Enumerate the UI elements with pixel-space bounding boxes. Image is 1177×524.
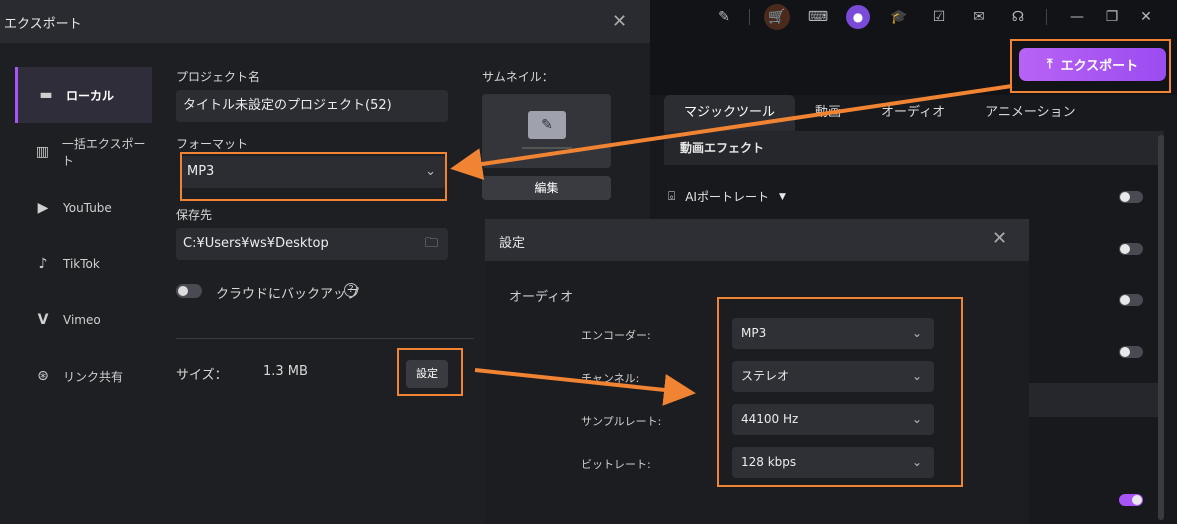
top-toolbar: ✎ 🛒 ⌨ ● 🎓 ☑ ✉ ☊ — ❐ ✕: [650, 0, 1177, 36]
ai-portrait-label: AIポートレート: [685, 190, 769, 204]
nav-item-share-link[interactable]: ⊛ リンク共有: [15, 348, 152, 404]
headset-icon[interactable]: ☊: [1007, 6, 1029, 28]
effect-toggle[interactable]: [1119, 294, 1143, 306]
save-location-input[interactable]: C:¥Users¥ws¥Desktop 🗀: [176, 228, 448, 260]
vimeo-icon: V: [37, 312, 49, 328]
bitrate-label: ビットレート:: [581, 458, 651, 471]
nav-item-label: 一括エクスポート: [61, 137, 146, 168]
audio-section-label: オーディオ: [509, 290, 574, 305]
toolbar-separator: [1046, 9, 1047, 25]
nav-item-local[interactable]: ▬ ローカル: [15, 67, 152, 123]
encoder-value: MP3: [741, 326, 767, 340]
nav-item-label: YouTube: [63, 201, 112, 215]
nav-item-label: TikTok: [63, 257, 100, 271]
edit-icon: ✎: [528, 111, 566, 139]
nav-item-label: Vimeo: [63, 313, 101, 327]
project-name-value: タイトル未設定のプロジェクト(52): [183, 98, 392, 113]
chevron-down-icon: ⌄: [911, 326, 922, 340]
project-name-label: プロジェクト名: [176, 70, 261, 84]
bitrate-value: 128 kbps: [741, 455, 797, 469]
nav-item-tiktok[interactable]: ♪ TikTok: [15, 236, 152, 292]
mail-icon[interactable]: ✉: [968, 6, 990, 28]
scrollbar[interactable]: [1158, 135, 1164, 520]
close-icon[interactable]: ✕: [1135, 6, 1157, 28]
format-value: MP3: [187, 164, 215, 179]
nav-item-youtube[interactable]: ▶ YouTube: [15, 180, 152, 236]
channel-value: ステレオ: [741, 369, 790, 383]
help-icon[interactable]: ?: [344, 283, 358, 297]
restore-icon[interactable]: ❐: [1101, 6, 1123, 28]
nav-item-label: リンク共有: [63, 369, 124, 384]
nav-item-vimeo[interactable]: V Vimeo: [15, 292, 152, 348]
close-icon[interactable]: ✕: [992, 228, 1007, 249]
keyboard-icon[interactable]: ⌨: [807, 6, 829, 28]
batch-export-icon: ▥: [35, 144, 50, 160]
thumbnail-preview: ✎: [482, 94, 611, 168]
save-location-label: 保存先: [176, 208, 213, 222]
local-icon: ▬: [39, 87, 53, 103]
sample-rate-value: 44100 Hz: [741, 412, 799, 426]
share-link-icon: ⊛: [37, 368, 49, 384]
settings-task-icon[interactable]: ☑: [928, 6, 950, 28]
edit-icon[interactable]: ✎: [713, 6, 735, 28]
thumbnail-line: [522, 147, 572, 149]
tiktok-icon: ♪: [38, 256, 48, 272]
size-label: サイズ：: [176, 368, 228, 383]
effects-tabs: マジックツール 動画 オーディオ アニメーション: [664, 95, 1096, 131]
chevron-down-icon: ⌄: [911, 412, 922, 426]
portrait-icon: ⌻: [668, 189, 676, 203]
save-location-value: C:¥Users¥ws¥Desktop: [183, 236, 329, 251]
chevron-down-icon: ⌄: [911, 369, 922, 383]
channel-label: チャンネル:: [581, 372, 640, 385]
format-label: フォーマット: [176, 137, 249, 151]
section-band: [1028, 383, 1164, 417]
avatar-icon[interactable]: ●: [846, 5, 870, 29]
cloud-backup-toggle[interactable]: [176, 284, 202, 298]
ai-portrait-row[interactable]: ⌻ AIポートレート ▼: [668, 188, 786, 205]
effect-toggle[interactable]: [1119, 191, 1143, 203]
folder-icon[interactable]: 🗀: [425, 228, 438, 260]
effect-toggle[interactable]: [1119, 346, 1143, 358]
close-icon[interactable]: ✕: [612, 11, 627, 32]
export-button[interactable]: ⤒ エクスポート: [1019, 48, 1166, 81]
nav-item-label: ローカル: [66, 88, 115, 103]
channel-select[interactable]: ステレオ ⌄: [732, 361, 934, 392]
toolbar-separator: [749, 9, 750, 25]
export-dialog-title: エクスポート: [4, 17, 82, 32]
bitrate-select[interactable]: 128 kbps ⌄: [732, 447, 934, 478]
cart-icon[interactable]: 🛒: [764, 4, 790, 30]
size-value: 1.3 MB: [263, 364, 308, 379]
encoder-select[interactable]: MP3 ⌄: [732, 318, 934, 349]
graduation-icon[interactable]: 🎓: [888, 6, 910, 28]
tab-magic-tools[interactable]: マジックツール: [664, 95, 796, 131]
tab-audio[interactable]: オーディオ: [861, 95, 965, 131]
minimize-icon[interactable]: —: [1066, 6, 1088, 28]
settings-dialog-header: 設定 ✕: [485, 219, 1029, 261]
settings-dialog-title: 設定: [499, 236, 526, 251]
edit-thumbnail-button[interactable]: 編集: [482, 176, 611, 200]
video-effects-header: 動画エフェクト: [664, 131, 1164, 165]
caret-down-icon: ▼: [778, 191, 786, 202]
settings-dialog: 設定 ✕ オーディオ エンコーダー: MP3 ⌄ チャンネル: ステレオ ⌄ サ…: [485, 219, 1029, 524]
divider: [176, 338, 474, 339]
thumbnail-label: サムネイル：: [482, 70, 554, 84]
upload-icon: ⤒: [1046, 57, 1053, 72]
project-name-input[interactable]: タイトル未設定のプロジェクト(52): [176, 90, 448, 122]
encoder-label: エンコーダー:: [581, 329, 651, 342]
format-select[interactable]: MP3 ⌄: [180, 156, 446, 188]
settings-button[interactable]: 設定: [406, 360, 448, 388]
effect-toggle-on[interactable]: [1119, 494, 1143, 506]
export-dialog-header: エクスポート ✕: [0, 0, 650, 43]
effect-toggle[interactable]: [1119, 243, 1143, 255]
tab-video[interactable]: 動画: [795, 95, 861, 131]
youtube-icon: ▶: [37, 200, 49, 216]
chevron-down-icon: ⌄: [911, 455, 922, 469]
sample-rate-select[interactable]: 44100 Hz ⌄: [732, 404, 934, 435]
sample-rate-label: サンプルレート:: [581, 415, 662, 428]
cloud-backup-label: クラウドにバックアップ: [216, 287, 360, 302]
nav-item-batch-export[interactable]: ▥ 一括エクスポート: [15, 124, 152, 180]
export-button-label: エクスポート: [1060, 59, 1139, 74]
chevron-down-icon: ⌄: [425, 164, 436, 179]
tab-animation[interactable]: アニメーション: [965, 95, 1095, 131]
